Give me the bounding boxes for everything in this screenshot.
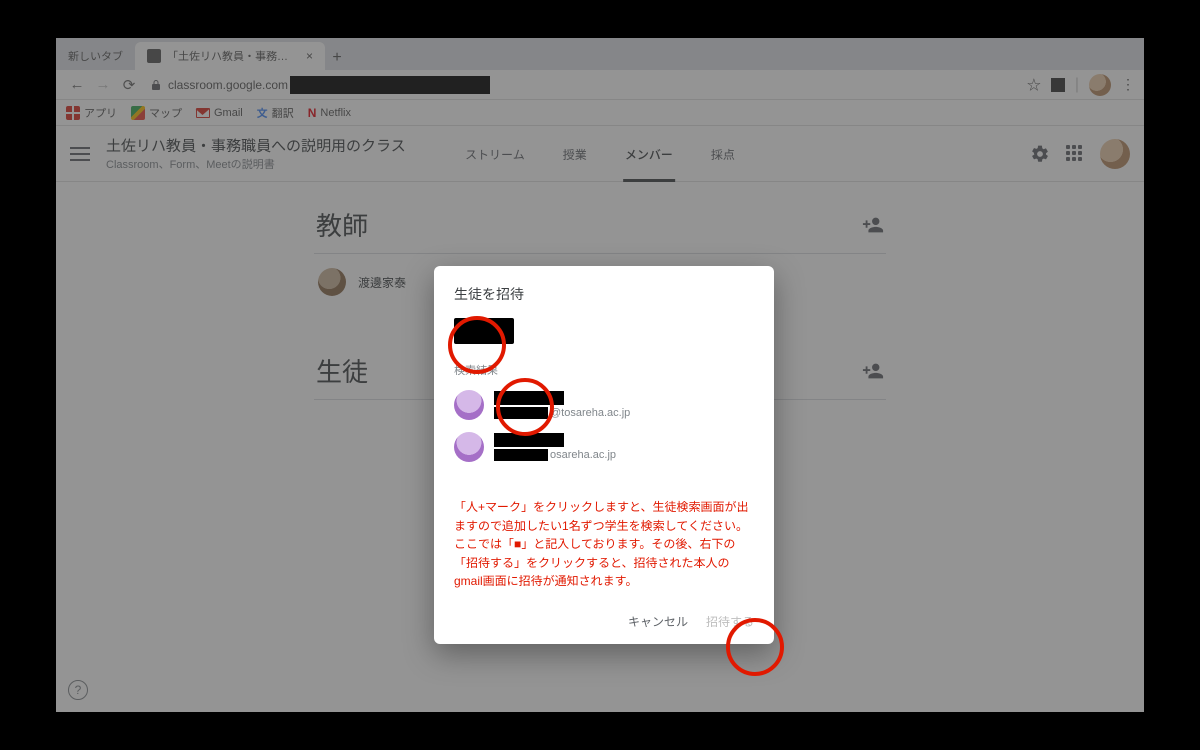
search-chip-redacted[interactable]	[454, 318, 514, 344]
invite-button[interactable]: 招待する	[706, 613, 754, 630]
result-email: @tosareha.ac.jp	[494, 407, 630, 419]
dialog-title: 生徒を招待	[454, 284, 754, 304]
cancel-button[interactable]: キャンセル	[628, 613, 688, 630]
browser-window: 新しいタブ 「土佐リハ教員・事務職員への説明 × + ← → ⟳ classro…	[56, 38, 1144, 712]
invite-students-dialog: 生徒を招待 検索結果 @tosareha.ac.jp osareha.ac.jp…	[434, 266, 774, 644]
result-name-redacted	[494, 391, 564, 405]
search-result-row[interactable]: osareha.ac.jp	[454, 426, 754, 468]
result-email: osareha.ac.jp	[494, 449, 616, 461]
search-result-row[interactable]: @tosareha.ac.jp	[454, 384, 754, 426]
avatar	[454, 390, 484, 420]
avatar	[454, 432, 484, 462]
annotation-text: 「人+マーク」をクリックしますと、生徒検索画面が出ますので追加したい1名ずつ学生…	[454, 498, 754, 591]
result-name-redacted	[494, 433, 564, 447]
dialog-actions: キャンセル 招待する	[454, 613, 754, 630]
results-label: 検索結果	[454, 362, 754, 378]
